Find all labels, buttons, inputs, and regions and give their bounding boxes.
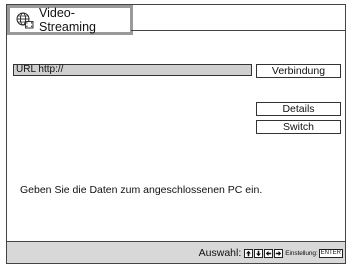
enter-key: ENTER: [318, 248, 343, 258]
url-input[interactable]: URL http://: [13, 64, 252, 76]
status-hints: Auswahl: Einstellung: ENTER: [199, 247, 343, 259]
page-title: Video-Streaming: [39, 6, 96, 34]
setting-label: Einstellung:: [285, 249, 318, 257]
arrow-right-icon: [274, 248, 284, 258]
arrow-left-icon: [264, 248, 274, 258]
status-bar: Auswahl: Einstellung: ENTER: [7, 241, 345, 263]
connect-button[interactable]: Verbindung: [256, 64, 341, 78]
arrow-down-icon: [254, 248, 264, 258]
globe-film-icon: [16, 11, 34, 29]
arrow-up-icon: [244, 248, 254, 258]
details-button[interactable]: Details: [256, 102, 341, 116]
switch-button[interactable]: Switch: [256, 120, 341, 134]
instruction-message: Geben Sie die Daten zum angeschlossenen …: [20, 184, 263, 196]
title-divider: [131, 30, 345, 31]
title-tab: Video-Streaming: [7, 5, 133, 35]
video-streaming-screen: Video-Streaming URL http:// Verbindung D…: [6, 4, 346, 264]
select-label: Auswahl:: [198, 247, 242, 259]
